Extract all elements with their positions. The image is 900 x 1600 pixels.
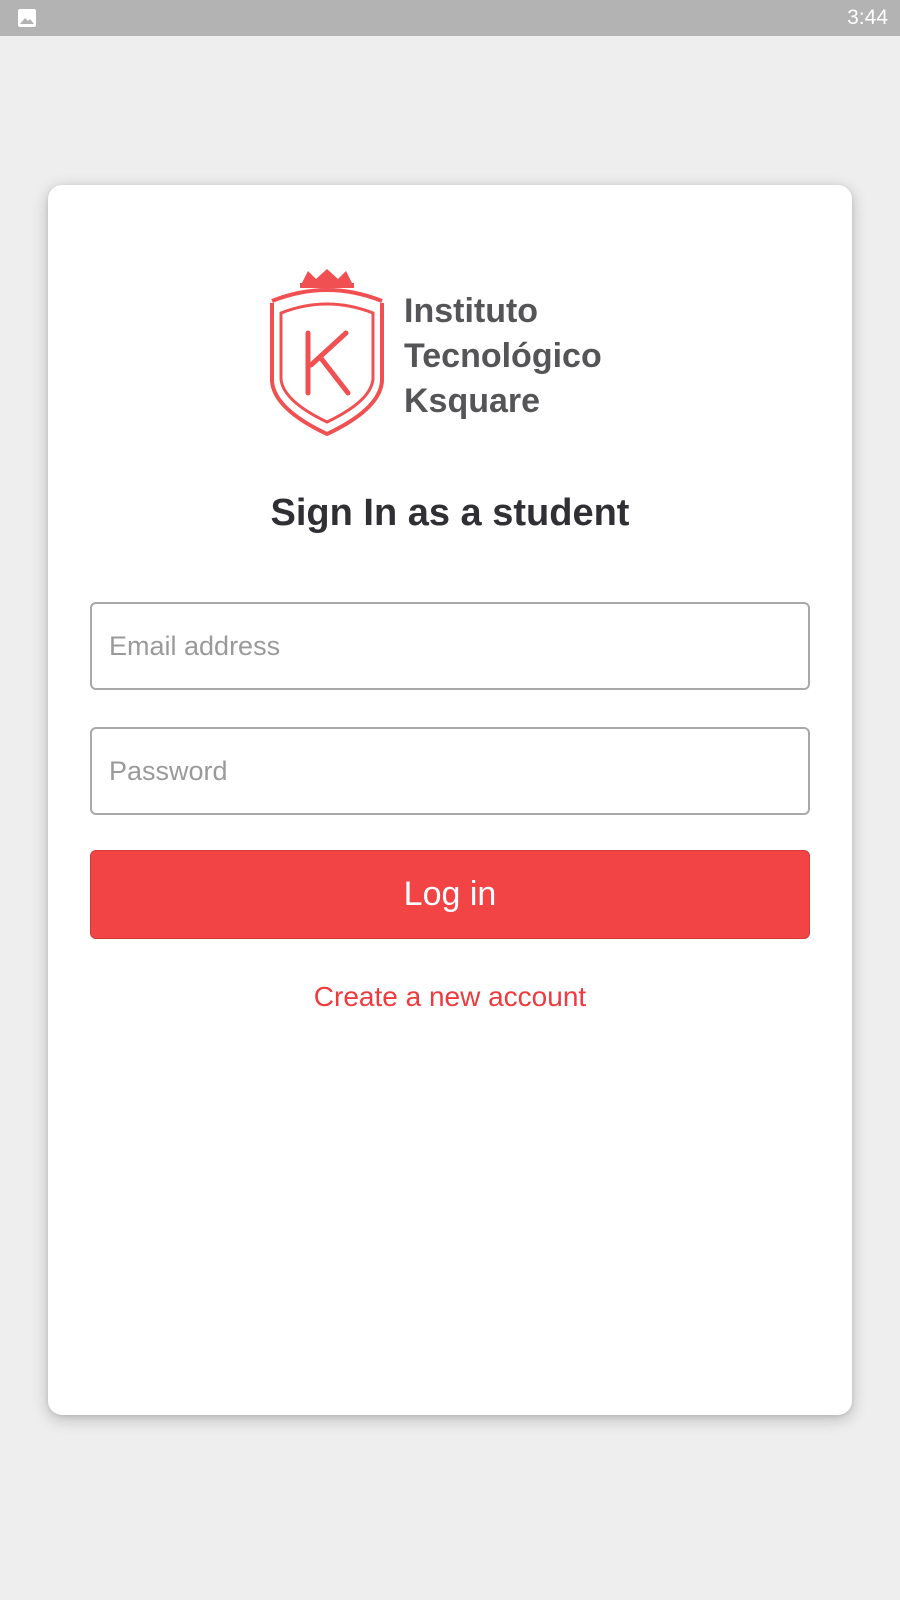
create-account-link[interactable]: Create a new account bbox=[48, 980, 852, 1014]
page-title: Sign In as a student bbox=[270, 492, 630, 534]
brand-name: Instituto Tecnológico Ksquare bbox=[404, 289, 602, 424]
brand-line-2: Tecnológico bbox=[404, 337, 602, 375]
email-field[interactable] bbox=[90, 602, 810, 690]
brand-line-1: Instituto bbox=[404, 292, 539, 330]
login-button[interactable]: Log in bbox=[90, 850, 810, 939]
image-icon bbox=[17, 8, 37, 28]
status-time: 3:44 bbox=[847, 6, 888, 29]
brand-line-3: Ksquare bbox=[404, 382, 541, 420]
status-bar: 3:44 bbox=[0, 0, 900, 36]
login-card: Instituto Tecnológico Ksquare Sign In as… bbox=[48, 185, 852, 1415]
k-shield-crown-icon bbox=[268, 269, 386, 437]
brand-logo: Instituto Tecnológico Ksquare bbox=[268, 269, 648, 439]
password-field[interactable] bbox=[90, 727, 810, 815]
